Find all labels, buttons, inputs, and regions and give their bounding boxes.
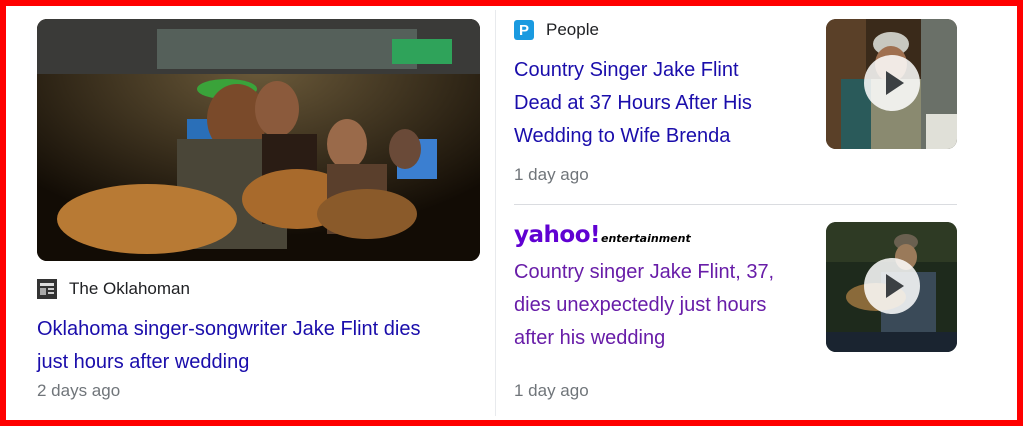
headline-line[interactable]: Dead at 37 Hours After His <box>514 87 752 120</box>
source-label: The Oklahoman <box>37 279 190 299</box>
headline-line[interactable]: Wedding to Wife Brenda <box>514 120 752 153</box>
video-thumbnail[interactable] <box>826 19 957 149</box>
article-time: 1 day ago <box>514 165 589 184</box>
column-divider <box>495 10 496 416</box>
article-time: 1 day ago <box>514 381 589 400</box>
headline-line[interactable]: after his wedding <box>514 322 774 355</box>
yahoo-entertainment-logo: yahoo! entertainment <box>514 222 691 248</box>
row-divider <box>514 204 957 205</box>
newspaper-icon <box>37 279 57 299</box>
source-name: The Oklahoman <box>69 279 190 298</box>
headline-line[interactable]: Country Singer Jake Flint <box>514 54 752 87</box>
source-label: P People <box>514 20 599 40</box>
headline-line[interactable]: just hours after wedding <box>37 346 421 379</box>
article-headline[interactable]: Oklahoma singer-songwriter Jake Flint di… <box>37 313 421 379</box>
headline-line[interactable]: dies unexpectedly just hours <box>514 289 774 322</box>
play-icon[interactable] <box>864 55 920 111</box>
article-time: 2 days ago <box>37 381 121 400</box>
video-thumbnail[interactable] <box>826 222 957 352</box>
headline-line[interactable]: Oklahoma singer-songwriter Jake Flint di… <box>37 313 421 346</box>
logo-sub: entertainment <box>600 232 691 245</box>
article-image[interactable] <box>37 19 480 261</box>
logo-main: yahoo! <box>514 222 600 248</box>
people-p-icon: P <box>514 20 534 40</box>
source-name: People <box>546 20 599 39</box>
play-icon[interactable] <box>864 258 920 314</box>
article-headline[interactable]: Country Singer Jake Flint Dead at 37 Hou… <box>514 54 752 153</box>
article-headline[interactable]: Country singer Jake Flint, 37, dies unex… <box>514 256 774 355</box>
headline-line[interactable]: Country singer Jake Flint, 37, <box>514 256 774 289</box>
favicon-letter: P <box>518 21 529 39</box>
